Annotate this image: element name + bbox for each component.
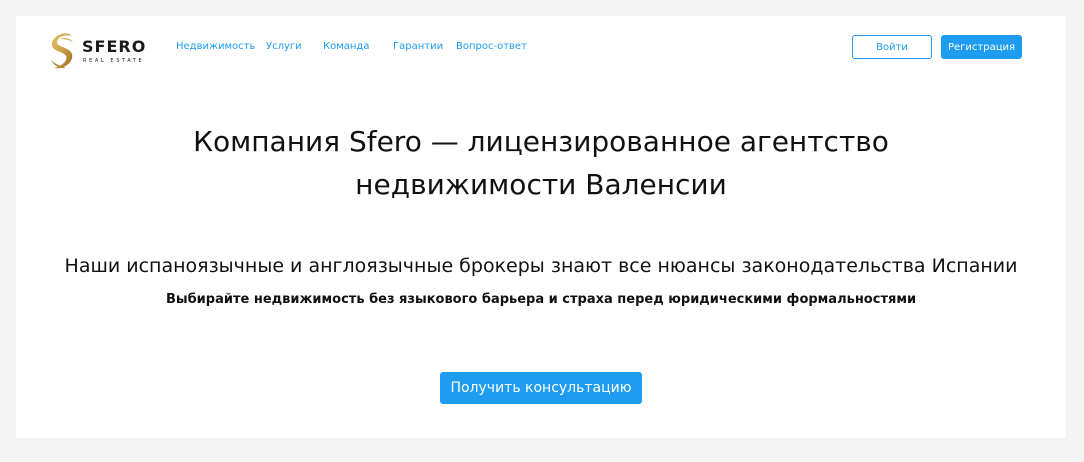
hero-title: Компания Sfero — лицензированное агентст… [16,120,1066,206]
hero-title-line-1: Компания Sfero — лицензированное агентст… [193,125,889,158]
logo-subtitle: REAL ESTATE [83,57,145,64]
nav-item-guarantees[interactable]: Гарантии [393,41,443,52]
nav-item-services[interactable]: Услуги [266,41,302,52]
nav-item-faq[interactable]: Вопрос-ответ [456,41,527,52]
hero-subtitle: Наши испаноязычные и англоязычные брокер… [64,255,1018,277]
logo-name: SFERO [82,36,147,56]
sfero-logo-icon [51,33,73,69]
register-button[interactable]: Регистрация [941,35,1022,59]
hero-title-line-2: недвижимости Валенсии [355,168,727,201]
get-consultation-button[interactable]: Получить консультацию [440,372,642,404]
hero-tagline: Выбирайте недвижимость без языкового бар… [165,292,917,307]
login-button[interactable]: Войти [852,35,932,59]
logo[interactable]: SFERO REAL ESTATE [48,30,146,72]
nav-item-real-estate[interactable]: Недвижимость [176,41,255,52]
main-card: SFERO REAL ESTATE Недвижимость Услуги Ко… [16,16,1066,438]
nav-item-team[interactable]: Команда [323,41,369,52]
